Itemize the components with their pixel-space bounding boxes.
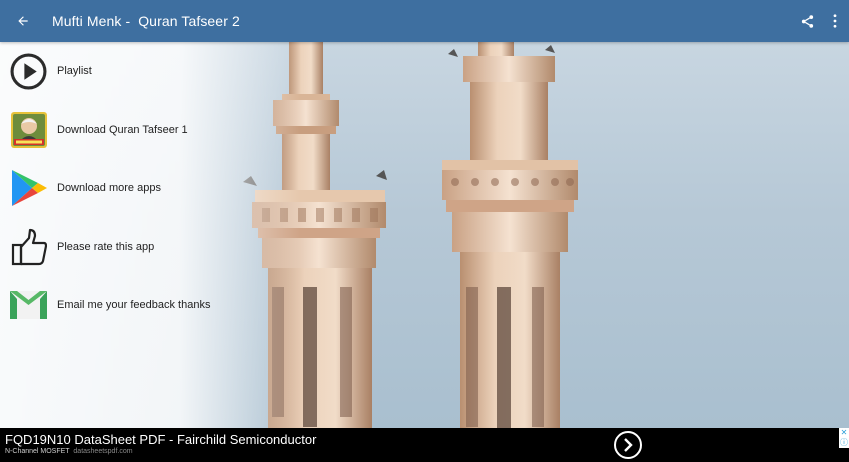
thumbs-up-icon [10,228,47,265]
chevron-right-circle-icon [624,438,633,452]
ad-subtitle-text: N-Channel MOSFET [5,448,70,455]
arrow-left-icon [18,16,28,26]
back-button[interactable] [3,0,43,42]
menu-item-email-feedback[interactable]: Email me your feedback thanks [0,276,260,335]
page-title: Mufti Menk - Quran Tafseer 2 [52,13,240,29]
more-vertical-icon [833,14,837,28]
ad-subtitle: N-Channel MOSFET datasheetspdf.com [5,448,133,455]
menu-item-label: Playlist [57,65,92,78]
menu-item-download-more-apps[interactable]: Download more apps [0,159,260,218]
close-icon: ✕ [840,428,848,437]
ad-title[interactable]: FQD19N10 DataSheet PDF - Fairchild Semic… [5,432,316,447]
app-bar: Mufti Menk - Quran Tafseer 2 [0,0,849,42]
menu-item-label: Email me your feedback thanks [57,299,211,312]
menu-item-label: Download more apps [57,182,161,195]
menu-item-label: Please rate this app [57,240,155,253]
adchoices-icon: ⓘ [840,438,848,447]
menu-item-label: Download Quran Tafseer 1 [57,123,188,136]
main-menu: Playlist Download Quran Tafseer 1 Downlo… [0,42,260,335]
menu-item-playlist[interactable]: Playlist [0,42,260,101]
ad-url: datasheetspdf.com [73,448,133,455]
play-store-icon [10,170,47,207]
app-thumbnail-icon [10,111,47,148]
play-circle-icon [10,53,47,90]
main-content: Playlist Download Quran Tafseer 1 Downlo… [0,42,849,428]
ad-banner[interactable]: FQD19N10 DataSheet PDF - Fairchild Semic… [0,428,849,462]
ad-open-button[interactable] [614,431,642,459]
share-button[interactable] [793,0,821,42]
gmail-icon [10,287,47,324]
menu-item-rate-app[interactable]: Please rate this app [0,218,260,277]
more-options-button[interactable] [821,0,849,42]
menu-item-download-tafseer-1[interactable]: Download Quran Tafseer 1 [0,101,260,160]
adchoices-button[interactable]: ✕ ⓘ [839,428,849,448]
share-icon [801,14,813,28]
